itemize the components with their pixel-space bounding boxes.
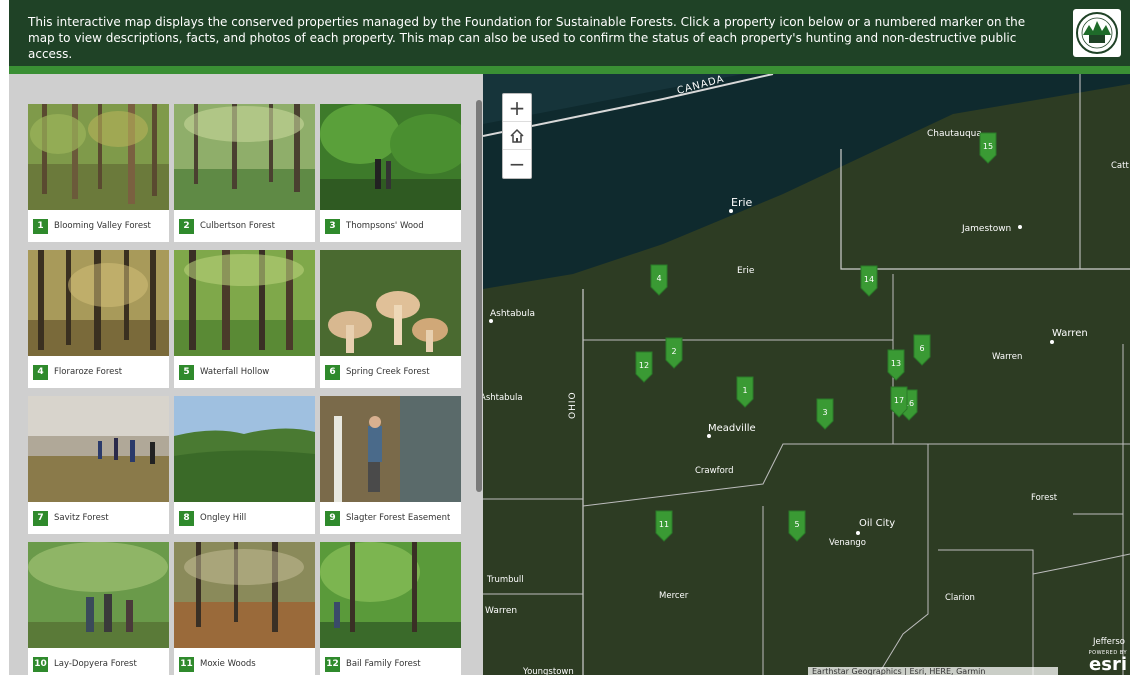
svg-text:1: 1 bbox=[742, 386, 747, 395]
home-button[interactable] bbox=[503, 122, 531, 150]
map-marker[interactable]: 15 bbox=[979, 132, 997, 164]
zoom-controls: + − bbox=[502, 93, 532, 179]
property-card[interactable]: 8 Ongley Hill bbox=[174, 396, 315, 534]
card-label: Ongley Hill bbox=[200, 513, 247, 523]
property-photo bbox=[320, 396, 461, 502]
property-photo bbox=[28, 104, 169, 210]
svg-text:13: 13 bbox=[891, 359, 901, 368]
property-photo bbox=[174, 396, 315, 502]
card-label: Waterfall Hollow bbox=[200, 367, 270, 377]
card-number-badge: 11 bbox=[179, 656, 194, 672]
property-card[interactable]: 3 Thompsons' Wood bbox=[320, 104, 461, 242]
card-label: Slagter Forest Easement bbox=[346, 513, 451, 523]
map-attribution[interactable]: Earthstar Geographics | Esri, HERE, Garm… bbox=[808, 667, 1058, 675]
map-marker[interactable]: 1 bbox=[736, 376, 754, 408]
property-card[interactable]: 7 Savitz Forest bbox=[28, 396, 169, 534]
property-gallery: 1 Blooming Valley Forest 2 Culbertson Fore… bbox=[9, 74, 483, 675]
property-card[interactable]: 11 Moxie Woods bbox=[174, 542, 315, 675]
zoom-in-button[interactable]: + bbox=[503, 94, 531, 122]
map-description: This interactive map displays the conser… bbox=[28, 15, 1026, 61]
page-header: This interactive map displays the conser… bbox=[9, 0, 1130, 66]
svg-text:17: 17 bbox=[894, 396, 904, 405]
map-marker[interactable]: 6 bbox=[913, 334, 931, 366]
map-marker[interactable]: 2 bbox=[665, 337, 683, 369]
card-number-badge: 8 bbox=[179, 510, 194, 526]
home-icon bbox=[510, 128, 524, 143]
property-photo bbox=[174, 250, 315, 356]
map-marker[interactable]: 13 bbox=[887, 349, 905, 381]
property-card[interactable]: 12 Bail Family Forest bbox=[320, 542, 461, 675]
property-card[interactable]: 2 Culbertson Forest bbox=[174, 104, 315, 242]
esri-logo[interactable]: POWERED BY esri bbox=[1067, 650, 1127, 675]
card-label: Bail Family Forest bbox=[346, 659, 421, 669]
gallery-scrollbar[interactable] bbox=[476, 100, 482, 492]
card-label: Lay-Dopyera Forest bbox=[54, 659, 137, 669]
esri-wordmark: esri bbox=[1089, 654, 1127, 675]
map-marker[interactable]: 3 bbox=[816, 398, 834, 430]
card-number-badge: 1 bbox=[33, 218, 48, 234]
card-number-badge: 9 bbox=[325, 510, 340, 526]
card-label: Moxie Woods bbox=[200, 659, 256, 669]
map-marker[interactable]: 14 bbox=[860, 265, 878, 297]
property-card[interactable]: 1 Blooming Valley Forest bbox=[28, 104, 169, 242]
zoom-out-button[interactable]: − bbox=[503, 150, 531, 178]
svg-text:4: 4 bbox=[656, 274, 661, 283]
card-label: Floraroze Forest bbox=[54, 367, 123, 377]
svg-text:6: 6 bbox=[919, 344, 924, 353]
svg-text:15: 15 bbox=[983, 142, 993, 151]
map-marker[interactable]: 5 bbox=[788, 510, 806, 542]
card-number-badge: 3 bbox=[325, 218, 340, 234]
map-marker[interactable]: 11 bbox=[655, 510, 673, 542]
svg-text:11: 11 bbox=[659, 520, 669, 529]
card-number-badge: 10 bbox=[33, 656, 48, 672]
card-number-badge: 5 bbox=[179, 364, 194, 380]
card-label: Culbertson Forest bbox=[200, 221, 275, 231]
card-number-badge: 12 bbox=[325, 656, 340, 672]
card-number-badge: 2 bbox=[179, 218, 194, 234]
svg-text:12: 12 bbox=[639, 361, 649, 370]
accent-bar bbox=[9, 66, 1130, 74]
property-card[interactable]: 6 Spring Creek Forest bbox=[320, 250, 461, 388]
svg-text:2: 2 bbox=[671, 347, 676, 356]
property-card[interactable]: 10 Lay-Dopyera Forest bbox=[28, 542, 169, 675]
svg-text:3: 3 bbox=[822, 408, 827, 417]
property-photo bbox=[174, 542, 315, 648]
property-photo bbox=[28, 396, 169, 502]
property-map[interactable]: CANADA Erie Erie Chautauqua Jamestown As… bbox=[483, 74, 1130, 675]
property-card[interactable]: 4 Floraroze Forest bbox=[28, 250, 169, 388]
map-markers: 1 2 3 4 5 6 11 12 13 14 15 16 17 bbox=[635, 132, 997, 542]
svg-text:14: 14 bbox=[864, 275, 874, 284]
property-photo bbox=[28, 542, 169, 648]
property-photo bbox=[320, 542, 461, 648]
card-label: Savitz Forest bbox=[54, 513, 109, 523]
property-photo bbox=[320, 250, 461, 356]
property-photo bbox=[320, 104, 461, 210]
property-card[interactable]: 9 Slagter Forest Easement bbox=[320, 396, 461, 534]
map-marker[interactable]: 4 bbox=[650, 264, 668, 296]
svg-text:5: 5 bbox=[794, 520, 799, 529]
property-photo bbox=[174, 104, 315, 210]
map-marker[interactable]: 12 bbox=[635, 351, 653, 383]
card-number-badge: 6 bbox=[325, 364, 340, 380]
card-label: Thompsons' Wood bbox=[346, 221, 424, 231]
forest-foundation-logo[interactable] bbox=[1073, 9, 1121, 57]
card-label: Blooming Valley Forest bbox=[54, 221, 151, 231]
card-number-badge: 4 bbox=[33, 364, 48, 380]
property-card[interactable]: 5 Waterfall Hollow bbox=[174, 250, 315, 388]
card-label: Spring Creek Forest bbox=[346, 367, 430, 377]
property-photo bbox=[28, 250, 169, 356]
card-number-badge: 7 bbox=[33, 510, 48, 526]
